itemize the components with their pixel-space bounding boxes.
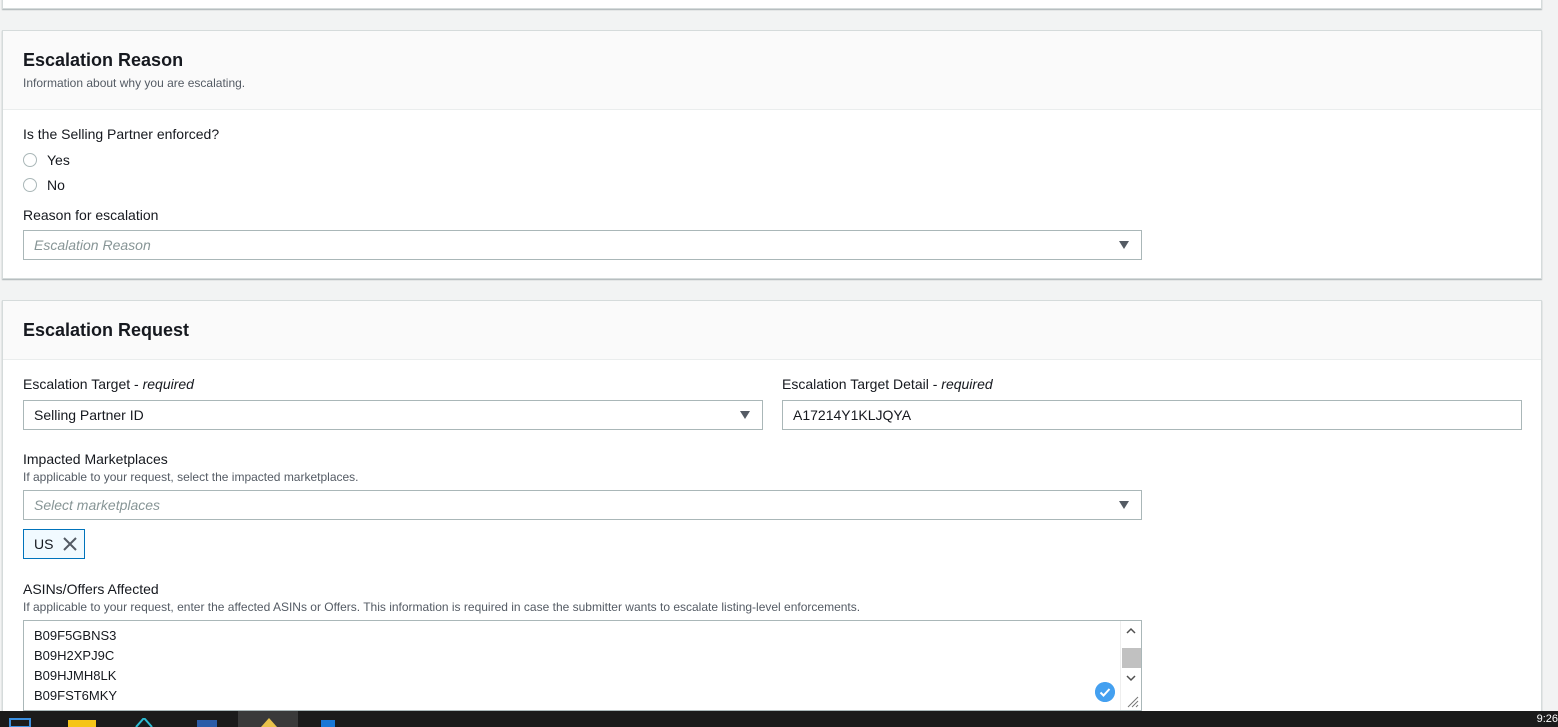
marketplaces-description: If applicable to your request, select th… (23, 470, 359, 484)
required-indicator: required (941, 376, 993, 392)
asin-line: B09FST6MKY (34, 688, 118, 703)
asin-line: B09F5GBNS3 (34, 628, 117, 643)
section-header: Escalation Reason Information about why … (3, 31, 1541, 110)
section-description: Information about why you are escalating… (23, 76, 246, 90)
input-value: A17214Y1KLJQYA (793, 407, 912, 423)
escalation-target-select[interactable]: Selling Partner ID (23, 400, 763, 430)
taskbar: 9:26 (0, 711, 1558, 727)
radio-circle[interactable] (23, 153, 37, 167)
app-icon[interactable] (132, 718, 156, 727)
caret-down-icon (1119, 501, 1129, 509)
radio-no[interactable]: No (23, 177, 65, 193)
target-detail-label-text: Escalation Target Detail (782, 376, 929, 392)
asins-description: If applicable to your request, enter the… (23, 600, 861, 614)
previous-section-card (2, 0, 1542, 9)
chevron-down-icon[interactable] (1126, 673, 1136, 683)
outlook-icon[interactable] (315, 718, 339, 727)
close-icon[interactable] (62, 536, 78, 552)
select-value: Selling Partner ID (34, 407, 144, 423)
caret-down-icon (740, 411, 750, 419)
reason-label: Reason for escalation (23, 207, 159, 223)
sticky-notes-icon[interactable] (68, 718, 96, 727)
required-indicator: required (142, 376, 194, 392)
target-label: Escalation Target - required (23, 376, 194, 392)
resize-grip-icon[interactable] (1123, 692, 1139, 708)
escalation-reason-section: Escalation Reason Information about why … (2, 30, 1542, 279)
radio-yes[interactable]: Yes (23, 152, 70, 168)
escalation-request-section: Escalation Request Escalation Target - r… (2, 300, 1542, 727)
radio-circle[interactable] (23, 178, 37, 192)
escalation-reason-select[interactable]: Escalation Reason (23, 230, 1142, 260)
target-detail-label: Escalation Target Detail - required (782, 376, 993, 392)
marketplace-token: US (23, 529, 85, 559)
asins-textarea[interactable]: B09F5GBNS3 B09H2XPJ9C B09HJMH8LK B09FST6… (23, 620, 1142, 711)
radio-label: No (47, 177, 65, 193)
caret-down-icon (1119, 241, 1129, 249)
scrollbar-thumb[interactable] (1122, 648, 1141, 668)
section-title: Escalation Request (23, 320, 190, 340)
token-label: US (34, 536, 54, 552)
section-header: Escalation Request (3, 301, 1541, 360)
file-explorer-icon[interactable] (8, 718, 34, 727)
enforced-question-label: Is the Selling Partner enforced? (23, 126, 220, 142)
marketplaces-label: Impacted Marketplaces (23, 451, 168, 467)
taskbar-clock: 9:26 (1536, 713, 1558, 725)
asins-label: ASINs/Offers Affected (23, 581, 159, 597)
select-placeholder: Select marketplaces (34, 497, 161, 513)
word-icon[interactable] (195, 718, 219, 727)
asin-line: B09HJMH8LK (34, 668, 117, 683)
target-label-text: Escalation Target (23, 376, 131, 392)
check-icon (1095, 682, 1115, 702)
app-icon[interactable] (255, 718, 283, 727)
asin-line: B09H2XPJ9C (34, 648, 115, 663)
marketplaces-select[interactable]: Select marketplaces (23, 490, 1142, 520)
select-placeholder: Escalation Reason (34, 237, 151, 253)
section-title: Escalation Reason (23, 50, 184, 70)
chevron-up-icon[interactable] (1126, 626, 1136, 636)
radio-label: Yes (47, 152, 70, 168)
target-detail-input[interactable]: A17214Y1KLJQYA (782, 400, 1522, 430)
